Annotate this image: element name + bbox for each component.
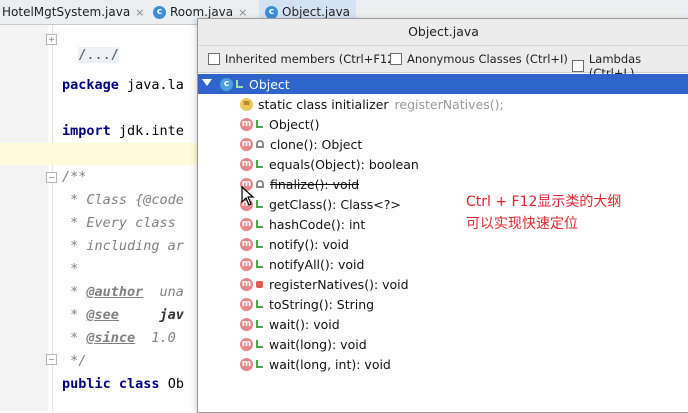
public-icon: [256, 320, 263, 328]
public-icon: [256, 120, 263, 128]
tree-item-method[interactable]: m notifyAll(): void: [198, 254, 688, 274]
code-line-header: /.../: [78, 47, 119, 63]
code-line-doc: * Every class: [62, 215, 176, 231]
method-icon: m: [240, 357, 253, 371]
private-icon: [256, 280, 263, 288]
public-icon: [256, 160, 263, 168]
protected-icon: [256, 180, 264, 188]
file-structure-popup[interactable]: Object.java Inherited members (Ctrl+F12)…: [197, 18, 688, 413]
tree-item-method[interactable]: m registerNatives(): void: [198, 274, 688, 294]
public-icon: [256, 220, 263, 228]
method-icon: m: [240, 157, 253, 171]
checkbox-icon[interactable]: [572, 60, 584, 72]
code-line-class-decl: public class Ob: [62, 376, 184, 392]
popup-title: Object.java: [198, 19, 688, 46]
editor-gutter: [0, 25, 48, 411]
tree-item-method[interactable]: m hashCode(): int: [198, 214, 688, 234]
checkbox-icon[interactable]: [390, 53, 402, 65]
code-line-doc: * Class {@code: [62, 192, 184, 208]
annotation-line-1: Ctrl + F12显示类的大纲: [466, 194, 622, 210]
tree-item-method[interactable]: m equals(Object): boolean: [198, 154, 688, 174]
class-icon: c: [265, 5, 278, 19]
tree-item-method[interactable]: m Object(): [198, 114, 688, 134]
public-icon: [256, 360, 263, 368]
tab-hotelmgtsystem[interactable]: HotelMgtSystem.java ×: [2, 0, 144, 24]
inherited-members-checkbox[interactable]: Inherited members (Ctrl+F12): [208, 52, 399, 66]
mouse-cursor-icon: [241, 186, 255, 206]
code-line-doc-start: /**: [62, 169, 87, 185]
tree-item-method[interactable]: m clone(): Object: [198, 134, 688, 154]
public-icon: [256, 340, 263, 348]
popup-options-bar: Inherited members (Ctrl+F12) Anonymous C…: [198, 46, 688, 80]
public-icon: [236, 80, 243, 88]
tree-root-object[interactable]: c Object: [198, 74, 688, 94]
public-icon: [256, 260, 263, 268]
tree-item-static-initializer[interactable]: = static class initializer registerNativ…: [198, 94, 688, 114]
code-line-since: * @since 1.0: [62, 330, 176, 346]
anonymous-classes-checkbox[interactable]: Anonymous Classes (Ctrl+I): [390, 52, 568, 66]
tab-label: Room.java: [170, 5, 234, 19]
method-icon: m: [240, 297, 253, 311]
class-icon: c: [153, 5, 166, 19]
code-line-see: * @see jav: [62, 307, 184, 323]
method-icon: m: [240, 217, 253, 231]
public-icon: [256, 300, 263, 308]
method-icon: m: [240, 277, 253, 291]
tab-label: HotelMgtSystem.java: [2, 5, 131, 19]
tree-item-method[interactable]: m toString(): String: [198, 294, 688, 314]
checkbox-icon[interactable]: [208, 53, 220, 65]
code-line-doc: *: [62, 261, 79, 277]
close-icon[interactable]: ×: [135, 6, 144, 19]
fold-expand-icon[interactable]: +: [46, 34, 57, 45]
tree-item-method[interactable]: m notify(): void: [198, 234, 688, 254]
caret-line-highlight: [0, 143, 200, 165]
code-line-doc: * including ar: [62, 238, 184, 254]
close-icon[interactable]: ×: [238, 6, 247, 19]
tree-item-method[interactable]: m wait(): void: [198, 314, 688, 334]
tree-item-method[interactable]: m wait(long, int): void: [198, 354, 688, 374]
class-icon: c: [220, 77, 233, 91]
method-icon: m: [240, 137, 253, 151]
tab-label: Object.java: [282, 5, 351, 19]
public-icon: [256, 240, 263, 248]
method-icon: m: [240, 317, 253, 331]
tree-item-method[interactable]: m wait(long): void: [198, 334, 688, 354]
initializer-icon: =: [240, 97, 253, 111]
fold-collapse-icon[interactable]: −: [46, 172, 57, 183]
code-line-package: package java.la: [62, 77, 184, 93]
code-line-author: * @author una: [62, 284, 184, 300]
method-icon: m: [240, 257, 253, 271]
method-icon: m: [240, 337, 253, 351]
method-icon: m: [240, 117, 253, 131]
fold-collapse-icon[interactable]: −: [46, 354, 57, 365]
code-line-doc-end: */: [62, 353, 87, 369]
method-icon: m: [240, 237, 253, 251]
public-icon: [256, 200, 263, 208]
expand-arrow-icon[interactable]: [202, 79, 212, 86]
annotation-line-2: 可以实现快速定位: [466, 216, 578, 232]
protected-icon: [256, 140, 264, 148]
code-line-import: import jdk.inte: [62, 123, 184, 139]
